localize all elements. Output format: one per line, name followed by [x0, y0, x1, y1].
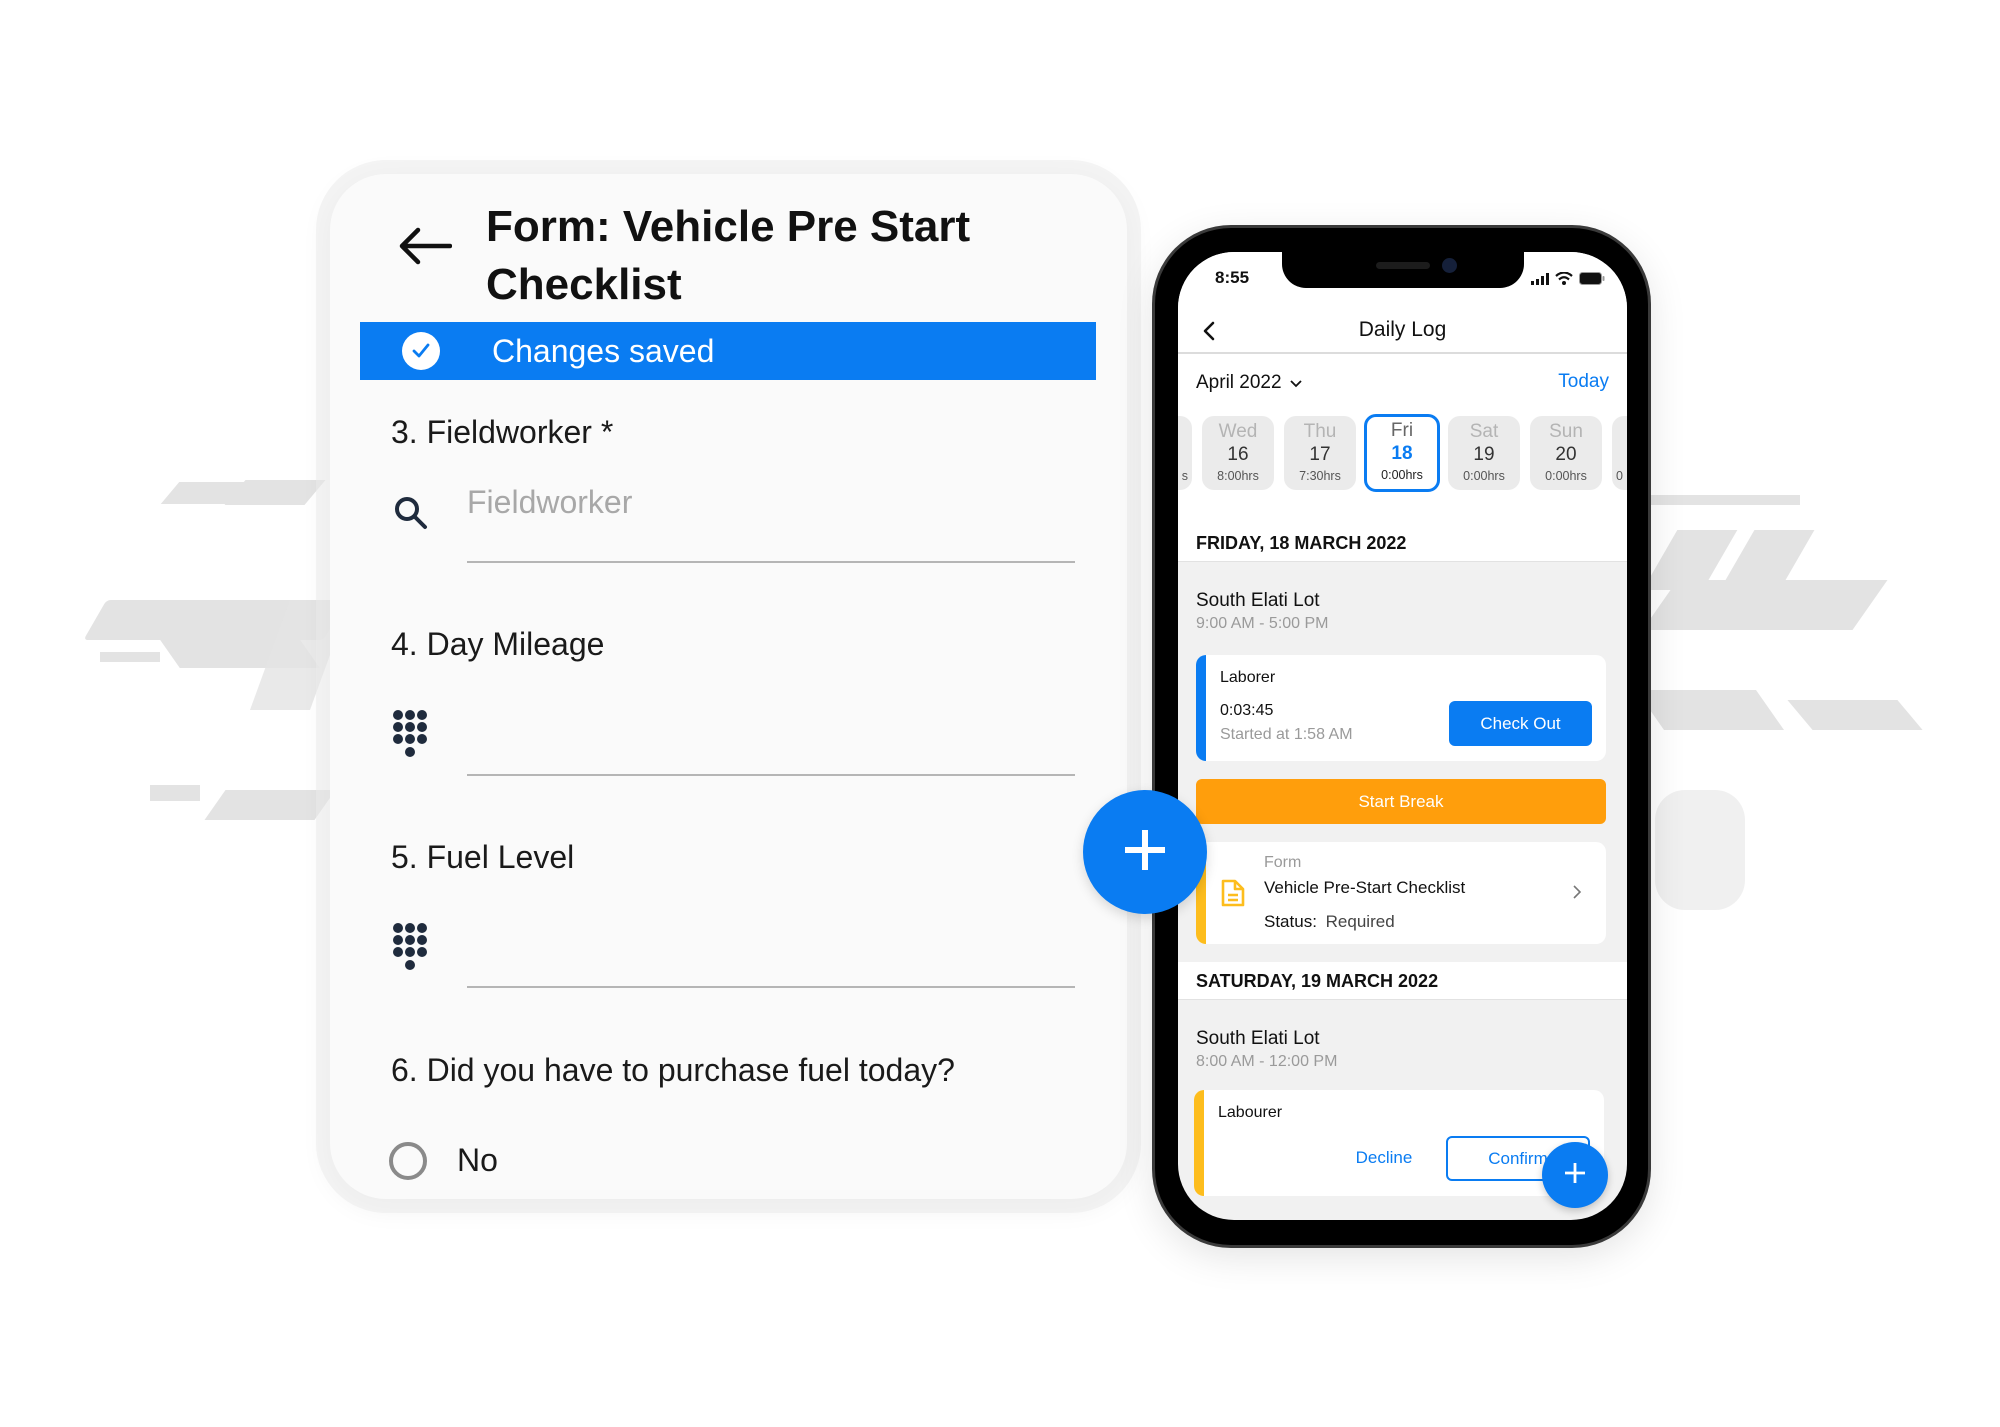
check-out-button[interactable]: Check Out: [1449, 701, 1592, 746]
phone-add-button[interactable]: [1542, 1142, 1608, 1208]
shift-accent-bar: [1196, 655, 1206, 761]
fieldworker-search-input[interactable]: Fieldworker: [467, 484, 632, 521]
day-hours: 7:30hrs: [1299, 469, 1341, 483]
date-picker: April 2022 Today s Wed 16 8:00hrs Thu 17…: [1178, 354, 1627, 524]
keypad-icon: [392, 709, 432, 768]
camera: [1442, 258, 1457, 273]
fuel-level-input[interactable]: [467, 986, 1075, 988]
day-tile-sun[interactable]: Sun 20 0:00hrs: [1530, 416, 1602, 490]
start-break-button[interactable]: Start Break: [1196, 779, 1606, 824]
form-name: Vehicle Pre-Start Checklist: [1264, 878, 1466, 897]
day-mileage-input[interactable]: [467, 774, 1075, 776]
day-number: 19: [1473, 444, 1495, 465]
question-label-fuel-level: 5. Fuel Level: [391, 839, 575, 875]
question-label-purchase-fuel: 6. Did you have to purchase fuel today?: [391, 1052, 955, 1088]
chevron-right-icon: [1572, 884, 1582, 905]
day-name: Fri: [1390, 420, 1414, 441]
shift-role: Laborer: [1220, 669, 1276, 686]
form-card: Form: Vehicle Pre Start Checklist Change…: [330, 174, 1127, 1199]
day-tile-fri-selected[interactable]: Fri 18 0:00hrs: [1364, 414, 1440, 492]
plus-icon: [1563, 1161, 1587, 1190]
day-tile-partial-left[interactable]: s: [1178, 416, 1192, 490]
day-number: 16: [1227, 444, 1249, 465]
day-tile-sat[interactable]: Sat 19 0:00hrs: [1448, 416, 1520, 490]
day-number: 20: [1555, 444, 1577, 465]
search-icon: [392, 494, 430, 537]
today-link[interactable]: Today: [1558, 371, 1609, 393]
day-hours: 0:00hrs: [1545, 469, 1587, 483]
location-name: South Elati Lot: [1196, 1028, 1320, 1049]
day-hours: 0:00hrs: [1381, 468, 1423, 482]
day-tile-wed[interactable]: Wed 16 8:00hrs: [1202, 416, 1274, 490]
shift-accent-bar: [1194, 1090, 1204, 1196]
phone-notch: [1282, 252, 1524, 288]
phone-mockup: 8:55 Daily Log April 2022 Today s Wed 16…: [1155, 228, 1648, 1245]
keypad-icon: [392, 922, 432, 981]
plus-icon: [1122, 827, 1168, 878]
day-hours: 8:00hrs: [1217, 469, 1259, 483]
day-tile-thu[interactable]: Thu 17 7:30hrs: [1284, 416, 1356, 490]
location-name: South Elati Lot: [1196, 590, 1320, 611]
page-title: Daily Log: [1358, 318, 1447, 341]
form-title: Form: Vehicle Pre Start Checklist: [486, 202, 971, 309]
section-header-saturday: SATURDAY, 19 MARCH 2022: [1178, 962, 1627, 1000]
section-header-friday: FRIDAY, 18 MARCH 2022: [1178, 524, 1627, 562]
check-circle-icon: [402, 332, 440, 370]
battery-icon: [1579, 272, 1605, 290]
radio-no[interactable]: [389, 1142, 427, 1180]
shift-card-laborer[interactable]: Laborer 0:03:45 Started at 1:58 AM Check…: [1196, 655, 1606, 761]
chevron-down-icon: [1289, 372, 1302, 394]
form-item-card[interactable]: Form Vehicle Pre-Start Checklist Status:…: [1196, 842, 1606, 944]
changes-saved-banner: Changes saved: [360, 322, 1096, 380]
banner-text: Changes saved: [492, 332, 715, 369]
day-name: Thu: [1303, 421, 1337, 442]
radio-label-no: No: [457, 1142, 498, 1178]
phone-screen: 8:55 Daily Log April 2022 Today s Wed 16…: [1178, 252, 1627, 1220]
question-label-fieldworker: 3. Fieldworker *: [391, 414, 614, 450]
month-selector[interactable]: April 2022: [1196, 372, 1302, 394]
add-button[interactable]: [1083, 790, 1207, 914]
speaker: [1376, 262, 1430, 269]
fieldworker-input-underline: [467, 561, 1075, 563]
day-name: Wed: [1218, 421, 1258, 442]
status-time: 8:55: [1215, 268, 1250, 287]
day-hours: 0: [1616, 469, 1623, 483]
day-name: Sat: [1469, 421, 1499, 442]
question-label-day-mileage: 4. Day Mileage: [391, 626, 605, 662]
day-name: Sun: [1549, 421, 1583, 442]
form-status-label: Status:: [1264, 912, 1317, 931]
form-status-value: Required: [1325, 912, 1395, 931]
day-strip: s Wed 16 8:00hrs Thu 17 7:30hrs Fri 18 0…: [1178, 414, 1627, 494]
status-icons: [1531, 271, 1605, 290]
shift-role: Labourer: [1218, 1104, 1283, 1121]
location-time: 8:00 AM - 12:00 PM: [1196, 1053, 1338, 1070]
day-number: 17: [1309, 444, 1331, 465]
month-label: April 2022: [1196, 372, 1282, 393]
back-arrow-icon[interactable]: [396, 226, 453, 266]
form-status: Status: Required: [1264, 912, 1395, 932]
shift-started: Started at 1:58 AM: [1220, 726, 1353, 743]
document-icon: [1220, 878, 1246, 913]
decline-button[interactable]: Decline: [1344, 1136, 1424, 1180]
nav-bar: Daily Log: [1178, 308, 1627, 354]
day-hours: s: [1181, 469, 1188, 483]
wifi-icon: [1555, 271, 1573, 290]
signal-icon: [1531, 272, 1549, 290]
day-hours: 0:00hrs: [1463, 469, 1505, 483]
form-kind-label: Form: [1264, 854, 1302, 871]
day-number: 18: [1391, 443, 1413, 464]
day-tile-partial-right[interactable]: 0: [1612, 416, 1627, 490]
location-time: 9:00 AM - 5:00 PM: [1196, 615, 1329, 632]
shift-timer: 0:03:45: [1220, 702, 1274, 719]
